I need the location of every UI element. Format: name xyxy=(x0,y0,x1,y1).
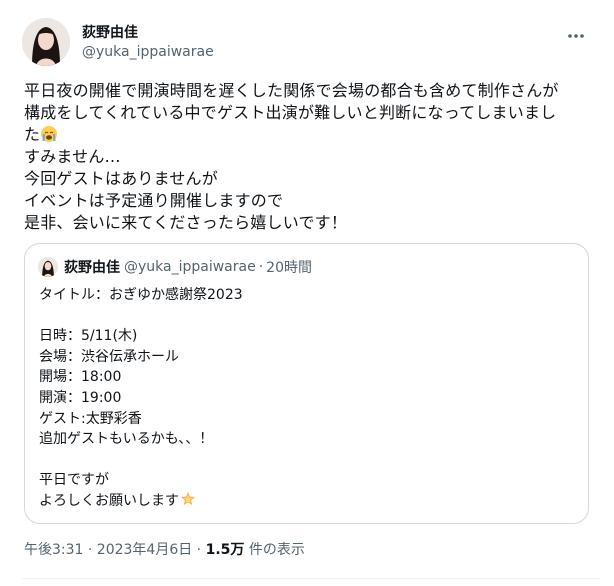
quoted-separator: · xyxy=(258,259,264,275)
quoted-text-line: ゲスト:太野彩香 xyxy=(39,410,142,427)
more-horizontal-icon[interactable] xyxy=(564,24,588,48)
author-names: 荻野由佳 @yuka_ippaiwarae xyxy=(82,23,214,61)
divider xyxy=(22,578,600,579)
quoted-handle: @yuka_ippaiwarae xyxy=(124,259,256,275)
quoted-tweet[interactable]: 荻野由佳 @yuka_ippaiwarae · 20時間 タイトル：おぎゆか感謝… xyxy=(24,243,589,524)
tweet-text-line: 構成をしてくれている中でゲスト出演が難しいと判断になってしまいまし xyxy=(24,103,557,122)
crying-face-icon xyxy=(40,125,58,143)
author-display-name[interactable]: 荻野由佳 xyxy=(82,23,214,43)
tweet: 荻野由佳 @yuka_ippaiwarae 平日夜の開催で開演時間を遅くした関係… xyxy=(0,0,614,586)
view-count: 1.5万 xyxy=(205,542,245,558)
tweet-text-line: 今回ゲストはありませんが xyxy=(24,169,218,188)
tweet-datetime[interactable]: 午後3:31 · 2023年4月6日 · xyxy=(24,542,206,558)
quoted-display-name: 荻野由佳 xyxy=(64,260,120,276)
quoted-tweet-text: タイトル：おぎゆか感謝祭2023 日時：5/11(木) 会場：渋谷伝承ホール 開… xyxy=(39,285,574,512)
view-count-label: 件の表示 xyxy=(244,542,305,558)
quoted-text-line xyxy=(39,306,574,327)
quoted-text-line: 平日ですが xyxy=(39,472,109,489)
tweet-text-line: すみません… xyxy=(24,147,121,166)
tweet-text-line: 平日夜の開催で開演時間を遅くした関係で会場の都合も含めて制作さんが xyxy=(24,81,559,100)
tweet-text-line: 是非、会いに来てくださったら嬉しいです！ xyxy=(24,213,348,232)
glowing-star-icon xyxy=(180,491,196,507)
quoted-text-line: よろしくお願いします xyxy=(39,491,574,512)
tweet-text-line: イベントは予定通り開催しますので xyxy=(24,191,284,210)
author-handle[interactable]: @yuka_ippaiwarae xyxy=(82,43,214,61)
quoted-avatar xyxy=(38,257,58,277)
tweet-text-fragment: た xyxy=(24,125,41,144)
quoted-text-line: 開場：18:00 xyxy=(39,369,122,386)
quoted-text-line xyxy=(39,450,574,471)
tweet-text: 平日夜の開催で開演時間を遅くした関係で会場の都合も含めて制作さんが 構成をしてく… xyxy=(24,80,600,234)
quoted-time: 20時間 xyxy=(266,260,312,276)
avatar[interactable] xyxy=(22,18,70,66)
quoted-tweet-header: 荻野由佳 @yuka_ippaiwarae · 20時間 xyxy=(38,257,312,277)
quoted-text-line: 会場：渋谷伝承ホール xyxy=(39,348,179,365)
tweet-meta: 午後3:31 · 2023年4月6日 · 1.5万 件の表示 xyxy=(24,540,305,560)
quoted-text-line: 日時：5/11(木) xyxy=(39,328,138,345)
quoted-text-fragment: よろしくお願いします xyxy=(39,492,179,509)
quoted-text-line: 追加ゲストもいるかも、、！ xyxy=(39,431,214,448)
tweet-text-line: た xyxy=(24,124,600,146)
quoted-text-line: 開演：19:00 xyxy=(39,389,122,406)
quoted-text-line: タイトル：おぎゆか感謝祭2023 xyxy=(39,287,243,303)
tweet-header: 荻野由佳 @yuka_ippaiwarae xyxy=(22,16,598,68)
